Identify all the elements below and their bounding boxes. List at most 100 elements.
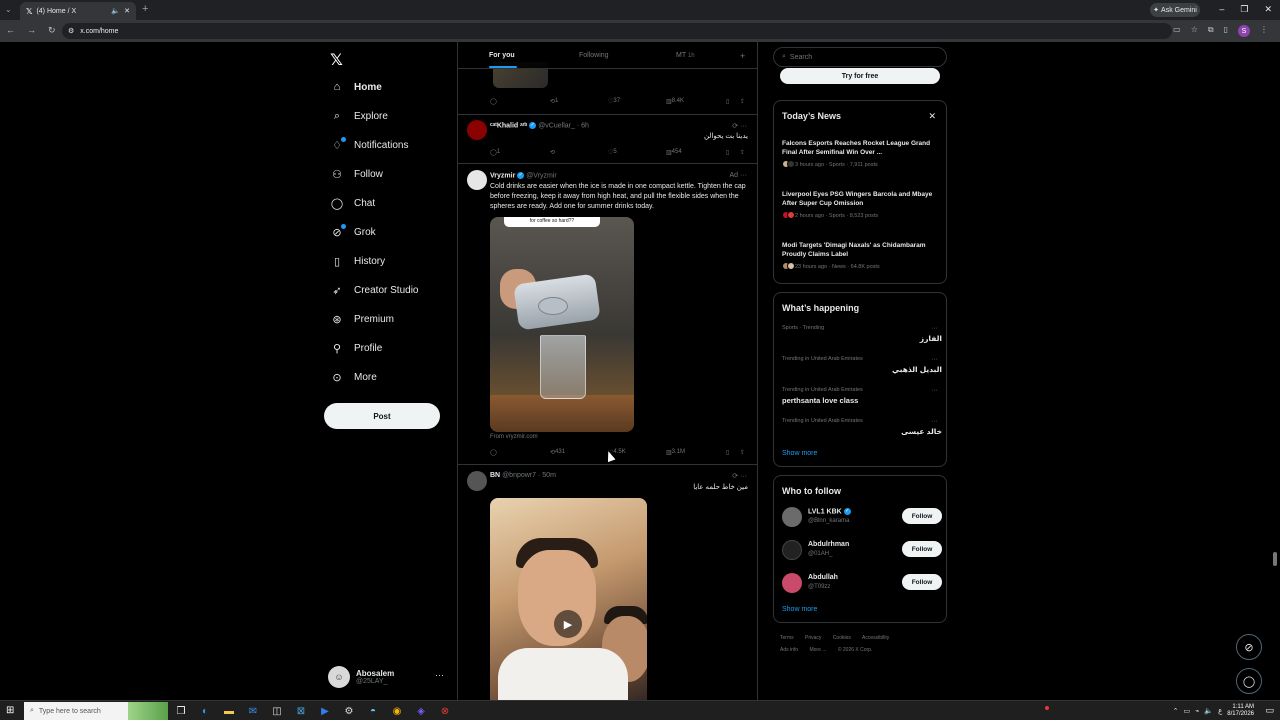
- scrollbar-thumb[interactable]: [1273, 552, 1277, 566]
- nav-grok[interactable]: ⊘ Grok: [330, 222, 376, 242]
- app-icon[interactable]: ▶: [318, 704, 332, 718]
- views-icon[interactable]: ▥ 3.1M: [666, 449, 685, 456]
- author-handle[interactable]: @Vryzmir: [526, 172, 557, 179]
- volume-icon[interactable]: 🔈: [1204, 707, 1213, 715]
- follow-suggestion[interactable]: Abdullah @T09zz Follow: [782, 572, 942, 594]
- share-icon[interactable]: ⇪: [740, 149, 745, 156]
- ask-gemini-button[interactable]: ✦ Ask Gemini: [1150, 3, 1200, 17]
- footer-link[interactable]: Accessibility: [862, 635, 889, 641]
- nav-notifications[interactable]: ♢ Notifications: [330, 135, 408, 155]
- post-time[interactable]: 6h: [581, 122, 589, 129]
- avatar[interactable]: [467, 170, 487, 190]
- mute-icon[interactable]: 🔈: [111, 7, 120, 15]
- footer-link[interactable]: More ...: [809, 647, 826, 653]
- news-item[interactable]: Falcons Esports Reaches Rocket League Gr…: [782, 139, 942, 170]
- nav-follow[interactable]: ⚇ Follow: [330, 164, 383, 184]
- follow-suggestion[interactable]: Abdulrhman @01AH_ Follow: [782, 539, 942, 561]
- repost-icon[interactable]: ⟲: [550, 149, 555, 156]
- news-item[interactable]: Liverpool Eyes PSG Wingers Barcola and M…: [782, 190, 942, 221]
- steam-icon[interactable]: ◓: [366, 704, 380, 718]
- trend-item[interactable]: Sports · Trending الفارز ···: [782, 325, 942, 343]
- back-icon[interactable]: ←: [6, 25, 15, 36]
- address-bar[interactable]: ⚙ x.com/home: [62, 23, 1172, 39]
- footer-link[interactable]: Privacy: [805, 635, 821, 641]
- reload-icon[interactable]: ↻: [48, 25, 56, 36]
- follow-button[interactable]: Follow: [902, 541, 942, 557]
- extensions-icon[interactable]: ⧉: [1208, 25, 1214, 37]
- post-menu[interactable]: ⟳ ···: [732, 122, 747, 130]
- like-icon[interactable]: ♡ 5: [608, 149, 617, 156]
- window-close-icon[interactable]: ✕: [1264, 4, 1272, 15]
- ad-source-link[interactable]: From vryzmir.com: [490, 434, 538, 440]
- show-more-link[interactable]: Show more: [782, 606, 817, 613]
- trend-more-icon[interactable]: ···: [931, 356, 938, 363]
- footer-link[interactable]: Terms: [780, 635, 794, 641]
- nav-premium[interactable]: ⊛ Premium: [330, 309, 394, 329]
- store-icon[interactable]: ◫: [270, 704, 284, 718]
- tab-following[interactable]: Following: [579, 52, 609, 59]
- author-name[interactable]: ᶜᵃᵗKhalid ᵃʳᵇ: [490, 122, 527, 129]
- show-more-link[interactable]: Show more: [782, 450, 817, 457]
- clock[interactable]: 1:11 AM 8/17/2026: [1227, 704, 1254, 718]
- windows-start-icon[interactable]: ⊞: [6, 705, 14, 716]
- x-logo-icon[interactable]: 𝕏: [330, 50, 343, 70]
- account-switcher[interactable]: ☺ Abosalem @25LAY_ ···: [328, 664, 452, 690]
- site-info-icon[interactable]: ⚙: [68, 27, 74, 35]
- share-icon[interactable]: ⇪: [740, 98, 745, 105]
- settings-icon[interactable]: ⚙: [342, 704, 356, 718]
- follow-suggestion[interactable]: LVL1 KBK ✓ @Blnn_karama Follow: [782, 506, 942, 528]
- author-handle[interactable]: @bnpowr7: [502, 472, 536, 479]
- add-tab-icon[interactable]: +: [740, 51, 745, 61]
- nav-explore[interactable]: ⌕ Explore: [330, 106, 388, 126]
- profile-avatar[interactable]: S: [1238, 25, 1250, 37]
- avatar[interactable]: [467, 120, 487, 140]
- bookmark-icon[interactable]: ▯: [726, 149, 729, 156]
- reply-icon[interactable]: ◯: [490, 449, 497, 456]
- repost-icon[interactable]: ⟲ 431: [550, 449, 565, 456]
- bookmark-icon[interactable]: ▯: [726, 98, 729, 105]
- trend-more-icon[interactable]: ···: [931, 418, 938, 425]
- nav-profile[interactable]: ⚲ Profile: [330, 338, 382, 358]
- author-name[interactable]: BN: [490, 472, 500, 479]
- bookmark-icon[interactable]: ▯: [726, 449, 729, 456]
- maximize-icon[interactable]: ❐: [1240, 4, 1248, 15]
- tab-search-icon[interactable]: ⌄: [5, 5, 12, 14]
- messages-float-icon[interactable]: ◯: [1236, 668, 1262, 694]
- forward-icon[interactable]: →: [27, 25, 36, 36]
- tab-for-you[interactable]: For you: [489, 52, 515, 59]
- network-icon[interactable]: ⌁: [1195, 707, 1199, 715]
- account-more-icon[interactable]: ···: [435, 670, 444, 680]
- notification-center-icon[interactable]: ▭: [1265, 705, 1274, 716]
- nav-creator-studio[interactable]: ➶ Creator Studio: [330, 280, 418, 300]
- search-input[interactable]: ⌕ Search: [773, 47, 947, 67]
- like-icon[interactable]: ♡ 37: [608, 98, 620, 105]
- repost-icon[interactable]: ⟲ 1: [550, 98, 558, 105]
- language-icon[interactable]: ع: [1218, 707, 1222, 715]
- new-tab-button[interactable]: +: [142, 3, 148, 15]
- footer-link[interactable]: Ads info: [780, 647, 798, 653]
- tab-mt[interactable]: MT 1h: [676, 52, 695, 59]
- views-icon[interactable]: ▥ 454: [666, 149, 682, 156]
- author-name[interactable]: Vryzmir: [490, 172, 515, 179]
- nav-home[interactable]: ⌂ Home: [330, 77, 382, 97]
- app-icon[interactable]: ⊠: [294, 704, 308, 718]
- task-view-icon[interactable]: ❒: [174, 704, 188, 718]
- author-handle[interactable]: @vCuellar_: [538, 122, 575, 129]
- trend-more-icon[interactable]: ···: [931, 325, 938, 332]
- post-time[interactable]: 50m: [542, 472, 556, 479]
- play-icon[interactable]: ▶: [554, 610, 582, 638]
- try-for-free-button[interactable]: Try for free: [780, 68, 940, 84]
- post-video[interactable]: ▶: [490, 498, 647, 700]
- chevron-up-icon[interactable]: ⌃: [1173, 707, 1179, 715]
- news-item[interactable]: Modi Targets 'Dimagi Naxals' as Chidamba…: [782, 241, 942, 272]
- post-menu[interactable]: Ad ···: [729, 172, 747, 179]
- footer-link[interactable]: Cookies: [833, 635, 851, 641]
- post-media-image[interactable]: for coffee so hard??: [490, 217, 634, 432]
- nav-history[interactable]: ▯ History: [330, 251, 385, 271]
- trend-item[interactable]: Trending in United Arab Emirates perthsa…: [782, 387, 942, 405]
- close-icon[interactable]: ✕: [928, 111, 936, 122]
- post-button[interactable]: Post: [324, 403, 440, 429]
- chrome-icon[interactable]: ◉: [390, 704, 404, 718]
- tray-app-icon[interactable]: ▭: [1184, 707, 1191, 715]
- edge-icon[interactable]: ◐: [198, 704, 212, 718]
